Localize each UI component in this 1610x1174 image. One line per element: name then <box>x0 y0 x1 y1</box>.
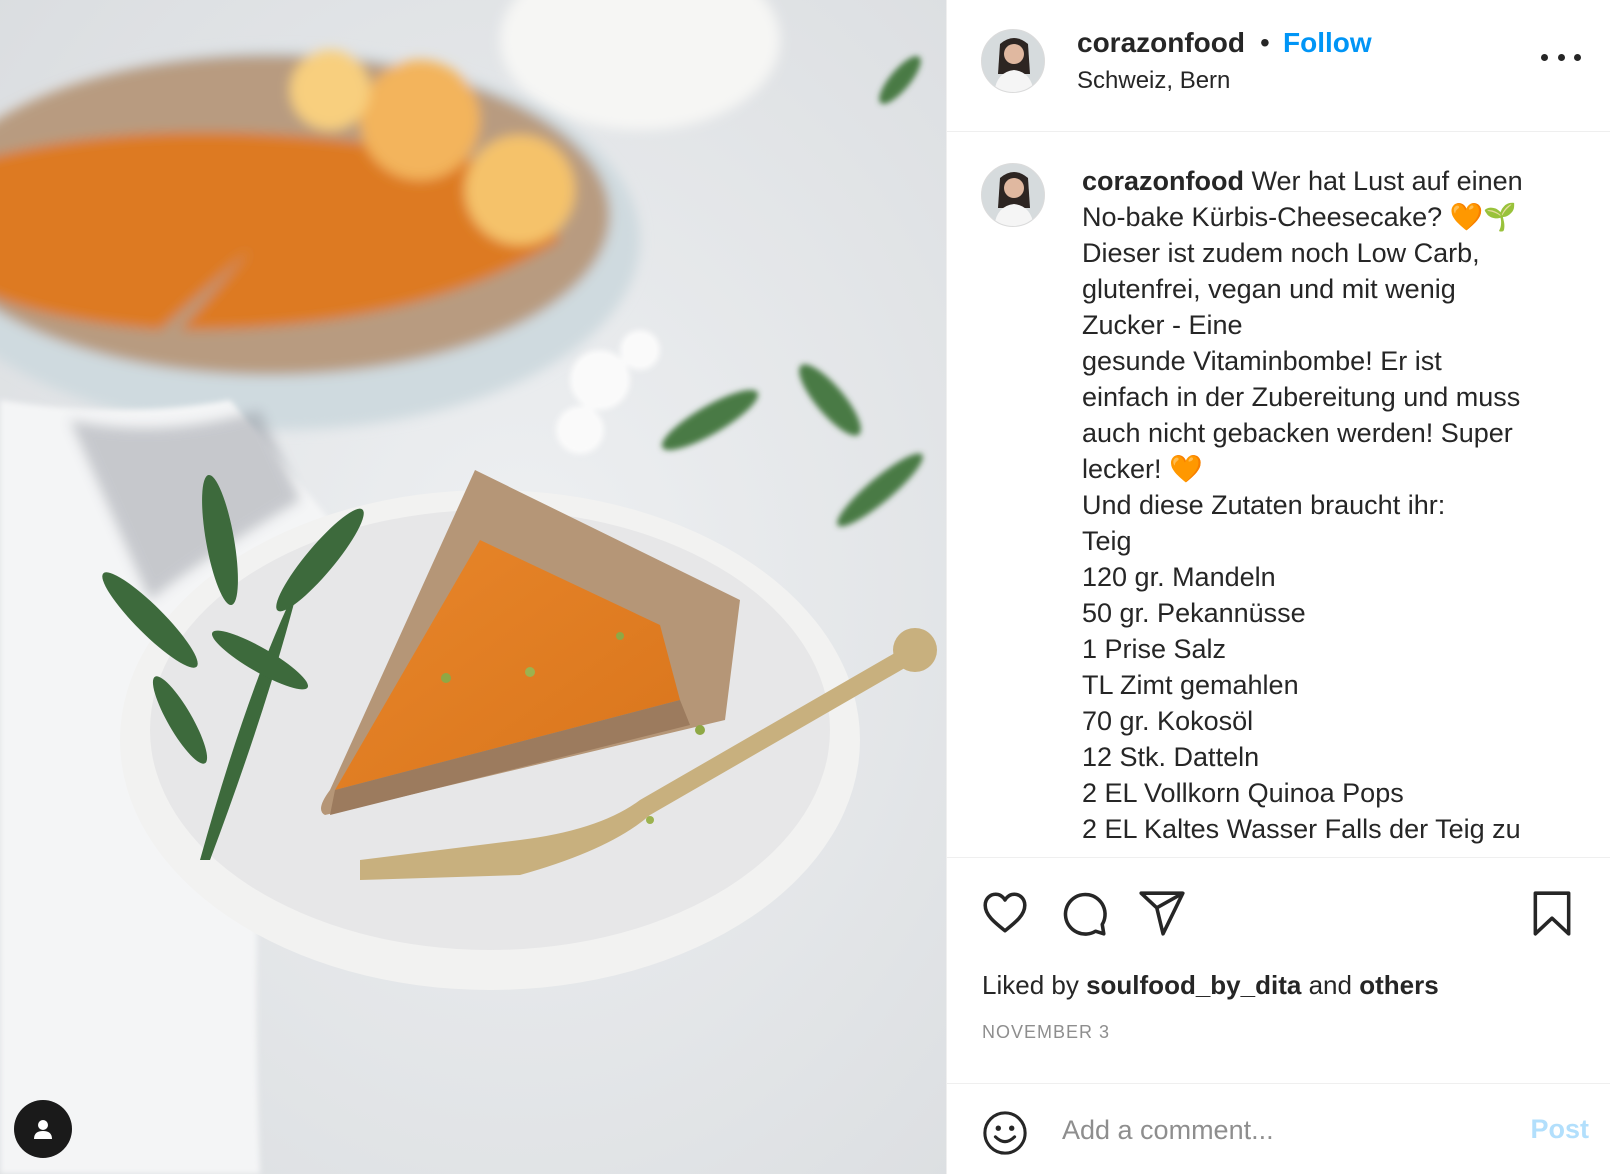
caption-text-line: Teig <box>1082 526 1132 556</box>
emoji-button[interactable] <box>982 1110 1028 1156</box>
caption-text-line: gesunde Vitaminbombe! Er ist <box>1082 346 1442 376</box>
tagged-users-button[interactable] <box>14 1100 72 1158</box>
comment-icon <box>1063 892 1107 936</box>
emoji-icon <box>983 1111 1027 1155</box>
caption-text-line: Dieser ist zudem noch Low Carb, <box>1082 238 1480 268</box>
save-button[interactable] <box>1527 888 1577 938</box>
post-comment-button[interactable]: Post <box>1530 1114 1589 1145</box>
caption-text-line: einfach in der Zubereitung und muss <box>1082 382 1521 412</box>
liked-by-user[interactable]: soulfood_by_dita <box>1086 970 1301 1000</box>
caption-text-line: Zucker - Eine <box>1082 310 1243 340</box>
caption-text-line: 70 gr. Kokosöl <box>1082 706 1254 736</box>
caption-text-line: No-bake Kürbis-Cheesecake? 🧡🌱 <box>1082 202 1517 232</box>
avatar-image <box>982 30 1044 92</box>
caption-text-line: 1 Prise Salz <box>1082 634 1227 664</box>
follow-button[interactable]: Follow <box>1283 27 1372 59</box>
caption-text-line: 120 gr. Mandeln <box>1082 562 1276 592</box>
caption-text-line: glutenfrei, vegan und mit wenig <box>1082 274 1456 304</box>
more-options-button[interactable] <box>1541 42 1581 72</box>
post-image[interactable] <box>0 0 946 1174</box>
likes-summary: Liked by soulfood_by_dita and others <box>982 970 1439 1001</box>
more-dot-icon <box>1541 53 1548 61</box>
caption-text-line: 12 Stk. Datteln <box>1082 742 1260 772</box>
caption-username[interactable]: corazonfood <box>1082 166 1244 196</box>
post-header: corazonfood • Follow Schweiz, Bern <box>947 0 1610 132</box>
caption-author-avatar[interactable] <box>981 163 1045 227</box>
likes-prefix: Liked by <box>982 970 1079 1000</box>
post-actions: Liked by soulfood_by_dita and others NOV… <box>947 857 1610 1083</box>
user-icon <box>34 1120 52 1139</box>
share-icon <box>1139 891 1185 936</box>
likes-others-link[interactable]: others <box>1359 970 1438 1000</box>
like-button[interactable] <box>980 888 1030 938</box>
post-date[interactable]: NOVEMBER 3 <box>982 1022 1110 1043</box>
caption-text-line: auch nicht gebacken werden! Super <box>1082 418 1513 448</box>
caption-text-line: lecker! 🧡 <box>1082 454 1203 484</box>
caption-scroll-area[interactable]: corazonfood Wer hat Lust auf einen No-ba… <box>947 133 1610 857</box>
likes-middle: and <box>1308 970 1352 1000</box>
author-avatar[interactable] <box>981 29 1045 93</box>
caption-text-line: 50 gr. Pekannüsse <box>1082 598 1306 628</box>
avatar-image <box>982 164 1044 226</box>
more-dot-icon <box>1574 53 1581 61</box>
comment-bar: Post <box>947 1083 1610 1174</box>
comment-button[interactable] <box>1059 888 1109 938</box>
bookmark-icon <box>1533 891 1571 936</box>
caption-text-line: 2 EL Kaltes Wasser Falls der Teig zu <box>1082 814 1521 844</box>
caption-text-line: Wer hat Lust auf einen <box>1251 166 1523 196</box>
post-side-panel: corazonfood • Follow Schweiz, Bern coraz… <box>946 0 1610 1174</box>
cheesecake-photo <box>0 0 946 1174</box>
caption-first-line: corazonfood Wer hat Lust auf einen <box>1082 163 1582 199</box>
post-caption: corazonfood Wer hat Lust auf einen No-ba… <box>1082 163 1582 847</box>
post-location[interactable]: Schweiz, Bern <box>1077 67 1230 95</box>
author-username[interactable]: corazonfood <box>1077 27 1245 59</box>
separator-dot: • <box>1260 27 1270 58</box>
caption-text-line: TL Zimt gemahlen <box>1082 670 1299 700</box>
heart-icon <box>983 892 1027 933</box>
comment-input[interactable] <box>1062 1104 1482 1156</box>
more-dot-icon <box>1557 53 1565 61</box>
caption-text-line: Und diese Zutaten braucht ihr: <box>1082 490 1446 520</box>
caption-text-line: 2 EL Vollkorn Quinoa Pops <box>1082 778 1404 808</box>
share-button[interactable] <box>1137 888 1187 938</box>
